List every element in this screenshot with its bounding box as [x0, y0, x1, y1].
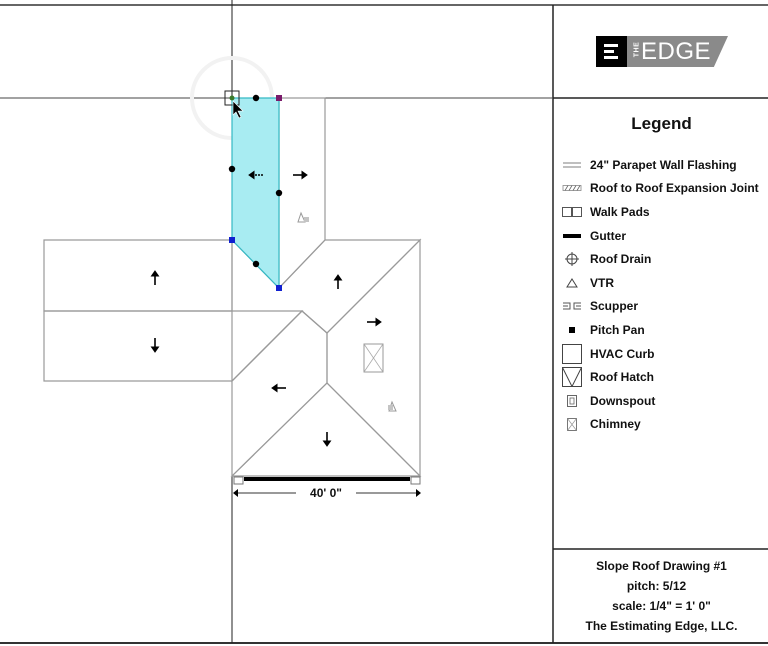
vtr-icon	[560, 273, 584, 293]
legend-item-pitch-pan: Pitch Pan	[560, 318, 768, 342]
edge-midpoint-handle[interactable]	[252, 260, 260, 268]
legend-item-chimney: Chimney	[560, 413, 768, 437]
downspout-icon	[560, 391, 584, 411]
left-wing-lower-facet[interactable]	[43, 310, 304, 382]
legend-item-walk-pads: Walk Pads	[560, 200, 768, 224]
legend-item-gutter: Gutter	[560, 224, 768, 248]
downspout-right[interactable]	[410, 476, 421, 485]
slope-arrow-right	[367, 317, 382, 327]
vtr-marker[interactable]	[388, 400, 397, 412]
snap-point	[229, 95, 235, 101]
legend-item-scupper: Scupper	[560, 295, 768, 319]
roof-drain-icon	[560, 249, 584, 269]
scupper-icon	[560, 296, 584, 316]
hvac-curb-icon	[560, 343, 584, 364]
legend-label: 24" Parapet Wall Flashing	[590, 157, 737, 172]
selected-facet[interactable]	[231, 97, 280, 290]
legend-label: Roof Hatch	[590, 370, 654, 385]
legend-list: 24" Parapet Wall Flashing Roof to Roof E…	[560, 153, 768, 436]
vtr-marker[interactable]	[297, 211, 309, 223]
legend-item-roof-drain: Roof Drain	[560, 247, 768, 271]
legend-item-vtr: VTR	[560, 271, 768, 295]
title-block: Slope Roof Drawing #1 pitch: 5/12 scale:…	[555, 556, 768, 636]
legend-label: Roof Drain	[590, 252, 652, 267]
slope-arrow-up	[150, 270, 160, 285]
legend-label: Downspout	[590, 393, 656, 408]
dimension-label: 40' 0"	[296, 486, 356, 500]
pitch-pan-icon	[560, 320, 584, 340]
legend-label: Scupper	[590, 299, 639, 314]
legend-item-hvac-curb: HVAC Curb	[560, 342, 768, 366]
logo-wordmark: EDGE	[641, 38, 712, 65]
bottom-hip-facet[interactable]	[230, 382, 422, 477]
company-logo: THE EDGE	[596, 36, 728, 67]
legend-item-parapet-wall-flashing: 24" Parapet Wall Flashing	[560, 153, 768, 177]
drawing-title: Slope Roof Drawing #1	[596, 559, 727, 573]
expansion-joint-icon	[560, 178, 584, 198]
drawing-scale: scale: 1/4" = 1' 0"	[612, 599, 711, 613]
legend-label: VTR	[590, 275, 614, 290]
legend-title: Legend	[631, 114, 692, 133]
parapet-wall-flashing-icon	[560, 155, 584, 175]
legend-label: HVAC Curb	[590, 346, 655, 361]
dimension-arrow-right	[416, 489, 421, 497]
legend-label: Chimney	[590, 417, 641, 432]
company-name: The Estimating Edge, LLC.	[585, 619, 738, 633]
slope-arrow-down	[150, 338, 160, 353]
roof-hatch-icon	[560, 367, 584, 388]
drawing-pitch: pitch: 5/12	[626, 579, 687, 593]
legend-label: Roof to Roof Expansion Joint	[590, 181, 759, 196]
legend-label: Gutter	[590, 228, 626, 243]
legend-label: Pitch Pan	[590, 322, 645, 337]
gutter-icon	[560, 226, 584, 246]
chimney-marker[interactable]	[363, 343, 384, 373]
left-wing-upper-facet[interactable]	[43, 239, 233, 312]
legend-label: Walk Pads	[590, 204, 650, 219]
edge-midpoint-handle[interactable]	[252, 94, 260, 102]
legend-item-expansion-joint: Roof to Roof Expansion Joint	[560, 177, 768, 201]
upper-right-facet[interactable]	[278, 97, 326, 290]
dimension-arrow-left	[233, 489, 238, 497]
slope-arrow-right	[293, 170, 308, 180]
walk-pads-icon	[560, 202, 584, 222]
legend-item-roof-hatch: Roof Hatch	[560, 365, 768, 389]
downspout-left[interactable]	[233, 476, 244, 485]
vertex-handle[interactable]	[276, 285, 282, 291]
endpoint-handle[interactable]	[276, 95, 282, 101]
edge-midpoint-handle[interactable]	[228, 165, 236, 173]
edge-midpoint-handle[interactable]	[275, 189, 283, 197]
left-hip-facet[interactable]	[231, 310, 328, 478]
logo-mark-icon	[596, 36, 627, 67]
slope-arrow-up	[333, 274, 343, 289]
logo-the-text: THE	[633, 41, 641, 58]
slope-arrow-left	[271, 383, 286, 393]
chimney-icon	[560, 414, 584, 434]
vertex-handle[interactable]	[229, 237, 235, 243]
legend-item-downspout: Downspout	[560, 389, 768, 413]
slope-arrow-down	[322, 432, 332, 447]
